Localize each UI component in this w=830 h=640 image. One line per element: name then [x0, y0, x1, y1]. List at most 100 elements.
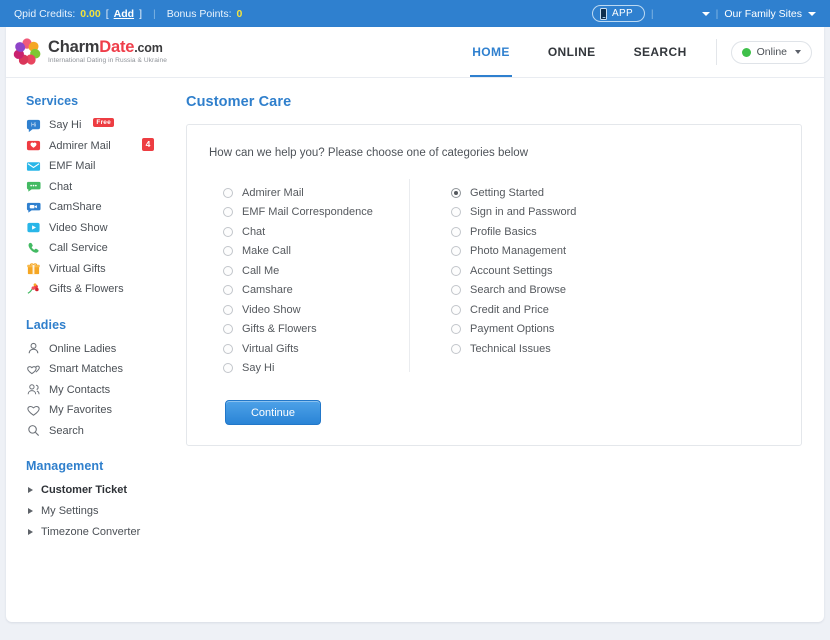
radio-label: Call Me	[242, 264, 280, 277]
sidebar-item-customer-ticket[interactable]: Customer Ticket	[26, 480, 174, 500]
sidebar-item-my-contacts[interactable]: My Contacts	[26, 380, 174, 401]
sidebar-item-say-hi[interactable]: Hi Say Hi Free	[26, 115, 174, 136]
sidebar-item-emf-mail[interactable]: EMF Mail	[26, 156, 174, 177]
nav-item-home[interactable]: HOME	[453, 27, 529, 77]
family-sites-label[interactable]: Our Family Sites	[724, 8, 802, 20]
sidebar-item-search-label: Search	[49, 424, 84, 437]
app-label: APP	[612, 8, 633, 19]
radio-option-virtual-gifts[interactable]: Virtual Gifts	[223, 339, 423, 359]
sidebar-item-my-favorites[interactable]: My Favorites	[26, 400, 174, 421]
radio-button-icon[interactable]	[223, 246, 233, 257]
sidebar-item-admirer-mail[interactable]: Admirer Mail 4	[26, 136, 174, 157]
nav-item-search[interactable]: SEARCH	[615, 27, 706, 77]
radio-button-icon[interactable]	[223, 304, 233, 315]
sidebar-item-smart-matches[interactable]: Smart Matches	[26, 359, 174, 380]
radio-button-icon[interactable]	[451, 246, 461, 257]
sidebar-item-camshare[interactable]: CamShare	[26, 197, 174, 218]
sidebar-item-my-favorites-label: My Favorites	[49, 404, 112, 417]
radio-option-technical-issues[interactable]: Technical Issues	[451, 339, 623, 359]
sidebar-heading-services: Services	[26, 94, 79, 108]
search-icon	[26, 423, 41, 438]
sidebar-item-chat[interactable]: Chat	[26, 177, 174, 198]
sidebar-item-call-service[interactable]: Call Service	[26, 238, 174, 259]
radio-button-icon[interactable]	[223, 285, 233, 296]
radio-button-icon[interactable]	[451, 226, 461, 237]
customer-care-card: How can we help you? Please choose one o…	[186, 124, 802, 446]
credits-label: Qpid Credits:	[14, 7, 76, 20]
radio-button-icon[interactable]	[223, 343, 233, 354]
radio-label: Make Call	[242, 245, 291, 258]
radio-button-icon[interactable]	[223, 265, 233, 276]
sidebar-item-video-show[interactable]: Video Show	[26, 218, 174, 239]
chat-icon	[26, 179, 41, 194]
radio-label: Video Show	[242, 303, 301, 316]
charmdate-flower-logo-icon	[12, 37, 42, 67]
radio-label: Credit and Price	[470, 303, 549, 316]
radio-button-icon[interactable]	[451, 324, 461, 335]
triangle-bullet-icon	[28, 508, 33, 514]
radio-label: Chat	[242, 225, 266, 238]
sidebar-heading-management: Management	[26, 459, 104, 473]
radio-option-gifts-flowers[interactable]: Gifts & Flowers	[223, 320, 423, 340]
radio-option-payment-options[interactable]: Payment Options	[451, 320, 623, 340]
radio-option-getting-started[interactable]: Getting Started	[451, 183, 623, 203]
topbar-divider-2: |	[650, 7, 654, 20]
credits-area: Qpid Credits: 0.00 [ Add ] | Bonus Point…	[14, 8, 242, 20]
radio-button-icon[interactable]	[223, 363, 233, 374]
add-credits-link[interactable]: Add	[114, 8, 134, 20]
app-download-button[interactable]: APP	[592, 5, 645, 22]
sidebar-item-virtual-gifts[interactable]: Virtual Gifts	[26, 259, 174, 280]
family-sites-chevron-down-icon[interactable]	[808, 11, 816, 16]
card-lead-text: How can we help you? Please choose one o…	[209, 147, 529, 159]
site-logo[interactable]: CharmDate.com International Dating in Ru…	[12, 37, 167, 67]
radio-button-icon[interactable]	[223, 226, 233, 237]
admirer-mail-count-badge: 4	[142, 137, 154, 151]
logo-charm-text: Charm	[48, 38, 100, 57]
radio-button-icon[interactable]	[451, 207, 461, 218]
radio-button-icon[interactable]	[451, 343, 461, 354]
online-status-dropdown[interactable]: Online	[730, 40, 812, 64]
radio-button-icon[interactable]	[451, 285, 461, 296]
sidebar-group-services: Services Hi Say Hi Free Admirer Mail 4 E…	[26, 94, 174, 300]
radio-option-search-and-browse[interactable]: Search and Browse	[451, 281, 623, 301]
radio-option-call-me[interactable]: Call Me	[223, 261, 423, 281]
radio-label: Admirer Mail	[242, 186, 304, 199]
radio-option-credit-and-price[interactable]: Credit and Price	[451, 300, 623, 320]
radio-button-icon[interactable]	[451, 304, 461, 315]
gift-icon	[26, 261, 41, 276]
radio-button-icon[interactable]	[223, 324, 233, 335]
sidebar-item-gifts-flowers[interactable]: Gifts & Flowers	[26, 279, 174, 300]
radio-option-say-hi[interactable]: Say Hi	[223, 359, 423, 379]
sidebar-item-my-contacts-label: My Contacts	[49, 383, 111, 396]
radio-option-video-show[interactable]: Video Show	[223, 300, 423, 320]
sidebar-item-my-settings[interactable]: My Settings	[26, 501, 174, 521]
sidebar-item-search[interactable]: Search	[26, 421, 174, 442]
radio-option-chat[interactable]: Chat	[223, 222, 423, 242]
radio-button-icon[interactable]	[223, 187, 233, 198]
sidebar-item-online-ladies[interactable]: Online Ladies	[26, 339, 174, 360]
radio-button-icon[interactable]	[451, 187, 461, 198]
radio-option-account-settings[interactable]: Account Settings	[451, 261, 623, 281]
nav-item-home-label: HOME	[472, 45, 510, 59]
sidebar: Services Hi Say Hi Free Admirer Mail 4 E…	[6, 94, 174, 560]
radio-option-emf-mail-correspondence[interactable]: EMF Mail Correspondence	[223, 203, 423, 223]
radio-button-icon[interactable]	[451, 265, 461, 276]
main-navigation: HOME ONLINE SEARCH Online	[453, 27, 812, 77]
svg-text:Hi: Hi	[31, 122, 36, 128]
radio-option-admirer-mail[interactable]: Admirer Mail	[223, 183, 423, 203]
radio-option-photo-management[interactable]: Photo Management	[451, 242, 623, 262]
radio-button-icon[interactable]	[223, 207, 233, 218]
radio-option-profile-basics[interactable]: Profile Basics	[451, 222, 623, 242]
radio-label: Say Hi	[242, 362, 275, 375]
sidebar-item-admirer-mail-label: Admirer Mail	[49, 139, 111, 152]
radio-option-make-call[interactable]: Make Call	[223, 242, 423, 262]
sidebar-item-call-service-label: Call Service	[49, 242, 108, 255]
language-chevron-down-icon[interactable]	[701, 11, 710, 16]
nav-item-online[interactable]: ONLINE	[529, 27, 615, 77]
radio-option-sign-in-and-password[interactable]: Sign in and Password	[451, 203, 623, 223]
envelope-heart-icon	[26, 138, 41, 153]
continue-button[interactable]: Continue	[225, 400, 321, 425]
sidebar-item-timezone-converter[interactable]: Timezone Converter	[26, 522, 174, 542]
radio-option-camshare[interactable]: Camshare	[223, 281, 423, 301]
radio-label: Search and Browse	[470, 284, 566, 297]
